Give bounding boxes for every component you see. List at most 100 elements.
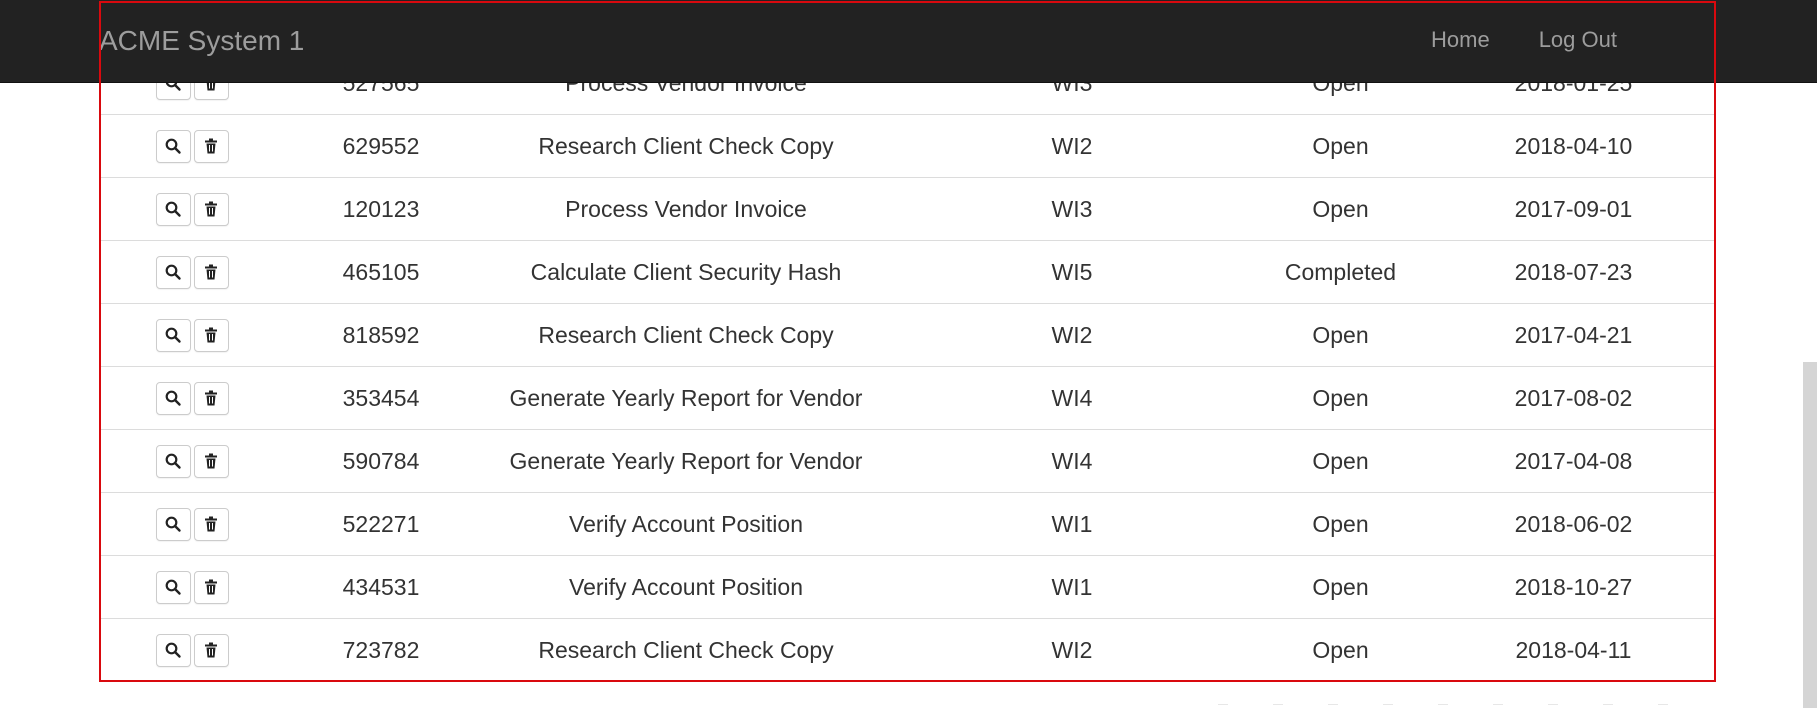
logout-link[interactable]: Log Out bbox=[1539, 26, 1617, 56]
work-item-status: Open bbox=[1248, 366, 1433, 430]
work-item-status: Open bbox=[1248, 618, 1433, 682]
pagination-item bbox=[1493, 704, 1503, 708]
work-item-status: Completed bbox=[1248, 240, 1433, 304]
row-actions bbox=[101, 492, 286, 556]
work-item-date: 2018-04-10 bbox=[1433, 114, 1714, 178]
work-item-description: Generate Yearly Report for Vendor bbox=[476, 429, 896, 493]
work-item-type: WI4 bbox=[896, 429, 1248, 493]
delete-button[interactable] bbox=[193, 507, 229, 541]
work-items-table-body: 527565 Process Vendor Invoice WI3 Open 2018-… bbox=[101, 52, 1714, 682]
delete-button[interactable] bbox=[193, 318, 229, 352]
view-button[interactable] bbox=[155, 192, 191, 226]
pagination-item bbox=[1548, 704, 1558, 708]
work-item-date: 2017-09-01 bbox=[1433, 177, 1714, 241]
table-row: 353454 Generate Yearly Report for Vendor W… bbox=[101, 366, 1714, 430]
delete-button[interactable] bbox=[193, 129, 229, 163]
table-row: 629552 Research Client Check Copy WI2 Open 2… bbox=[101, 114, 1714, 178]
work-item-status: Open bbox=[1248, 114, 1433, 178]
work-item-status: Open bbox=[1248, 303, 1433, 367]
work-item-id: 465105 bbox=[286, 240, 476, 304]
work-item-date: 2017-04-08 bbox=[1433, 429, 1714, 493]
work-item-id: 818592 bbox=[286, 303, 476, 367]
row-actions bbox=[101, 114, 286, 178]
work-item-type: WI2 bbox=[896, 114, 1248, 178]
work-item-id: 629552 bbox=[286, 114, 476, 178]
home-link[interactable]: Home bbox=[1431, 26, 1490, 56]
work-item-date: 2018-10-27 bbox=[1433, 555, 1714, 619]
work-item-description: Verify Account Position bbox=[476, 492, 896, 556]
pagination-item bbox=[1383, 704, 1393, 708]
table-row: 434531 Verify Account Position WI1 Open 2018… bbox=[101, 555, 1714, 619]
table-row: 590784 Generate Yearly Report for Vendor W… bbox=[101, 429, 1714, 493]
work-item-description: Calculate Client Security Hash bbox=[476, 240, 896, 304]
table-row: 723782 Research Client Check Copy WI2 Open 2… bbox=[101, 618, 1714, 682]
table-row: 818592 Research Client Check Copy WI2 Open 2… bbox=[101, 303, 1714, 367]
work-item-date: 2017-08-02 bbox=[1433, 366, 1714, 430]
work-items-table: 527565 Process Vendor Invoice WI3 Open 2018-… bbox=[101, 52, 1714, 682]
work-item-type: WI1 bbox=[896, 492, 1248, 556]
work-item-status: Open bbox=[1248, 177, 1433, 241]
row-actions bbox=[101, 366, 286, 430]
pagination-item bbox=[1438, 704, 1448, 708]
work-item-type: WI5 bbox=[896, 240, 1248, 304]
table-row: 522271 Verify Account Position WI1 Open 2018… bbox=[101, 492, 1714, 556]
delete-button[interactable] bbox=[193, 633, 229, 667]
row-actions bbox=[101, 618, 286, 682]
work-item-description: Process Vendor Invoice bbox=[476, 177, 896, 241]
work-item-date: 2017-04-21 bbox=[1433, 303, 1714, 367]
pagination-item bbox=[1273, 704, 1283, 708]
work-item-type: WI1 bbox=[896, 555, 1248, 619]
row-actions bbox=[101, 240, 286, 304]
work-item-status: Open bbox=[1248, 492, 1433, 556]
work-item-id: 120123 bbox=[286, 177, 476, 241]
delete-button[interactable] bbox=[193, 444, 229, 478]
work-item-id: 590784 bbox=[286, 429, 476, 493]
work-item-id: 434531 bbox=[286, 555, 476, 619]
view-button[interactable] bbox=[155, 570, 191, 604]
work-item-id: 522271 bbox=[286, 492, 476, 556]
vertical-scrollbar[interactable] bbox=[1803, 362, 1817, 708]
view-button[interactable] bbox=[155, 507, 191, 541]
table-row: 120123 Process Vendor Invoice WI3 Open 2017-… bbox=[101, 177, 1714, 241]
row-actions bbox=[101, 177, 286, 241]
row-actions bbox=[101, 429, 286, 493]
pagination-item bbox=[1658, 704, 1668, 708]
work-item-date: 2018-06-02 bbox=[1433, 492, 1714, 556]
delete-button[interactable] bbox=[193, 381, 229, 415]
view-button[interactable] bbox=[155, 444, 191, 478]
view-button[interactable] bbox=[155, 318, 191, 352]
delete-button[interactable] bbox=[193, 192, 229, 226]
top-navbar: ACME System 1 Home Log Out bbox=[0, 0, 1817, 82]
view-button[interactable] bbox=[155, 255, 191, 289]
pagination-shadow bbox=[1218, 704, 1698, 708]
work-item-type: WI2 bbox=[896, 303, 1248, 367]
work-item-description: Verify Account Position bbox=[476, 555, 896, 619]
pagination-item bbox=[1218, 704, 1228, 708]
work-item-date: 2018-04-11 bbox=[1433, 618, 1714, 682]
work-item-status: Open bbox=[1248, 555, 1433, 619]
row-actions bbox=[101, 555, 286, 619]
acme-work-items-page: ACME System 1 Home Log Out 527565 Process… bbox=[0, 0, 1817, 708]
work-item-status: Open bbox=[1248, 429, 1433, 493]
view-button[interactable] bbox=[155, 633, 191, 667]
delete-button[interactable] bbox=[193, 255, 229, 289]
work-item-description: Generate Yearly Report for Vendor bbox=[476, 366, 896, 430]
work-items-table-container: 527565 Process Vendor Invoice WI3 Open 2018-… bbox=[101, 52, 1714, 682]
delete-button[interactable] bbox=[193, 570, 229, 604]
work-item-id: 353454 bbox=[286, 366, 476, 430]
pagination-item bbox=[1328, 704, 1338, 708]
work-item-type: WI3 bbox=[896, 177, 1248, 241]
row-actions bbox=[101, 303, 286, 367]
work-item-type: WI4 bbox=[896, 366, 1248, 430]
view-button[interactable] bbox=[155, 381, 191, 415]
work-item-id: 723782 bbox=[286, 618, 476, 682]
app-title[interactable]: ACME System 1 bbox=[99, 24, 304, 58]
work-item-description: Research Client Check Copy bbox=[476, 303, 896, 367]
pagination-item bbox=[1603, 704, 1613, 708]
work-item-date: 2018-07-23 bbox=[1433, 240, 1714, 304]
work-item-type: WI2 bbox=[896, 618, 1248, 682]
nav-links: Home Log Out bbox=[1431, 26, 1617, 56]
view-button[interactable] bbox=[155, 129, 191, 163]
work-item-description: Research Client Check Copy bbox=[476, 114, 896, 178]
table-row: 465105 Calculate Client Security Hash WI5 C… bbox=[101, 240, 1714, 304]
